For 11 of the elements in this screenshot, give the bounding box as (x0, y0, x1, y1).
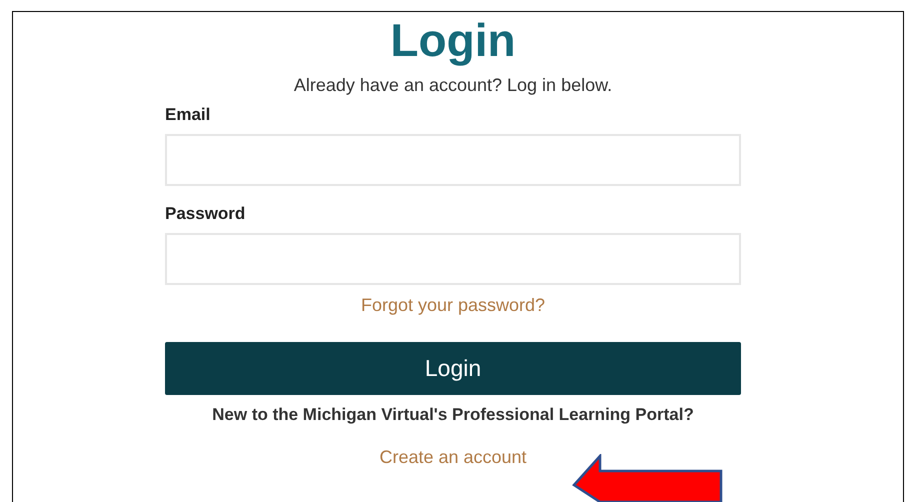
field-label: Email (165, 104, 212, 126)
field-label: Password (165, 203, 246, 225)
signup-prompt: New to the Michigan Virtual's Professional Learning Portal? (211, 405, 695, 425)
input-field[interactable] (165, 134, 741, 186)
create-account-link[interactable]: Create an account (379, 445, 527, 469)
forgot-password-link[interactable]: Forgot your password? (360, 293, 546, 317)
arrow-icon (572, 454, 724, 502)
subtitle: Already have an account? Log in below. (294, 74, 612, 97)
input-field[interactable] (165, 233, 741, 285)
page-title: Login (390, 13, 516, 67)
login-button[interactable]: Login (165, 342, 741, 395)
